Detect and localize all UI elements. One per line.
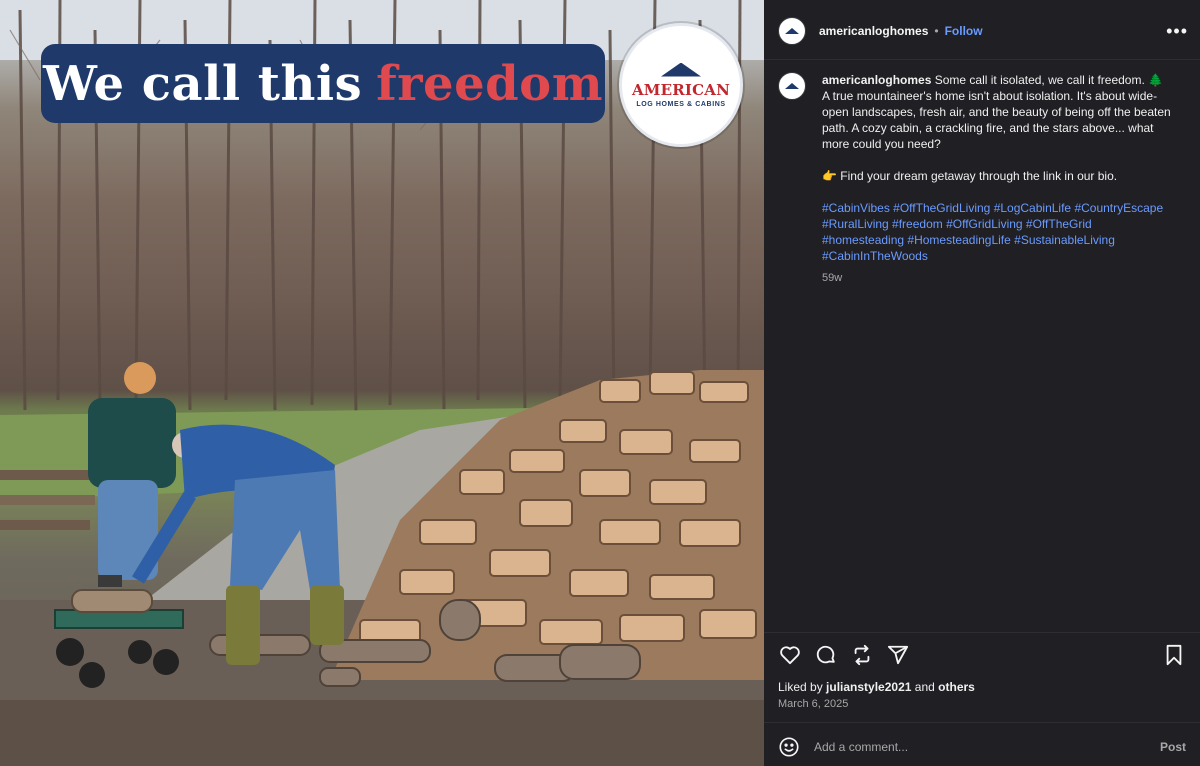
likes-prefix: Liked by	[778, 680, 823, 694]
follow-button[interactable]: Follow	[945, 24, 983, 38]
post-details-panel: americanloghomes • Follow ••• americanlo…	[764, 0, 1200, 766]
divider	[764, 722, 1200, 723]
caption-timestamp: 59w	[822, 272, 843, 284]
hashtag-link[interactable]: #SustainableLiving	[1014, 233, 1115, 247]
avatar[interactable]	[778, 17, 806, 45]
headline-banner: We call this freedom	[41, 44, 605, 123]
likes-and: and	[914, 680, 935, 694]
separator-dot: •	[934, 24, 939, 38]
headline-text: We call this	[43, 55, 363, 112]
repost-icon[interactable]	[850, 643, 874, 667]
hashtag-link[interactable]: #freedom	[892, 217, 943, 231]
more-options-icon[interactable]: •••	[1166, 22, 1188, 40]
hashtag-link[interactable]: #HomesteadingLife	[907, 233, 1010, 247]
post-comment-button[interactable]: Post	[1160, 740, 1186, 754]
log-cabin-logo-icon	[785, 28, 799, 34]
liked-by-user-link[interactable]: julianstyle2021	[826, 680, 911, 694]
caption-block: americanloghomes Some call it isolated, …	[778, 72, 1188, 286]
emoji-icon[interactable]	[778, 736, 800, 758]
avatar[interactable]	[778, 72, 806, 100]
action-bar	[778, 642, 1186, 668]
brand-logo-badge: AMERICAN LOG HOMES & CABINS	[619, 23, 743, 147]
brand-name: AMERICAN	[631, 80, 731, 99]
comment-bar: Post	[778, 733, 1186, 761]
hashtag-link[interactable]: #OffGridLiving	[946, 217, 1022, 231]
hashtag-link[interactable]: #OffTheGridLiving	[893, 201, 990, 215]
caption-username[interactable]: americanloghomes	[822, 73, 931, 87]
hashtag-list: #CabinVibes #OffTheGridLiving #LogCabinL…	[822, 200, 1172, 264]
post-author-username[interactable]: americanloghomes	[819, 24, 928, 38]
caption-call-to-action: 👉 Find your dream getaway through the li…	[822, 169, 1118, 183]
instagram-post-viewer: We call this freedom AMERICAN LOG HOMES …	[0, 0, 1200, 766]
likes-summary: Liked by julianstyle2021 and others	[778, 680, 975, 694]
comment-icon[interactable]	[814, 643, 838, 667]
post-header: americanloghomes • Follow •••	[778, 16, 1188, 46]
hashtag-link[interactable]: #homesteading	[822, 233, 904, 247]
likes-others-link[interactable]: others	[938, 680, 975, 694]
caption: americanloghomes Some call it isolated, …	[822, 72, 1172, 286]
heart-icon[interactable]	[778, 643, 802, 667]
log-cabin-logo-icon	[785, 83, 799, 89]
hashtag-link[interactable]: #CabinInTheWoods	[822, 249, 928, 263]
share-icon[interactable]	[886, 643, 910, 667]
divider	[764, 632, 1200, 633]
hashtag-link[interactable]: #CabinVibes	[822, 201, 890, 215]
brand-subtitle: LOG HOMES & CABINS	[636, 100, 726, 108]
bookmark-icon[interactable]	[1162, 643, 1186, 667]
log-cabin-logo-icon	[661, 62, 701, 77]
headline-accent-text: freedom	[376, 55, 603, 112]
hashtag-link[interactable]: #OffTheGrid	[1026, 217, 1092, 231]
hashtag-link[interactable]: #RuralLiving	[822, 217, 889, 231]
divider	[764, 59, 1200, 60]
post-image[interactable]: We call this freedom AMERICAN LOG HOMES …	[0, 0, 764, 766]
hashtag-link[interactable]: #CountryEscape	[1074, 201, 1163, 215]
hashtag-link[interactable]: #LogCabinLife	[994, 201, 1071, 215]
post-date: March 6, 2025	[778, 698, 849, 710]
comment-input[interactable]	[812, 739, 1152, 755]
